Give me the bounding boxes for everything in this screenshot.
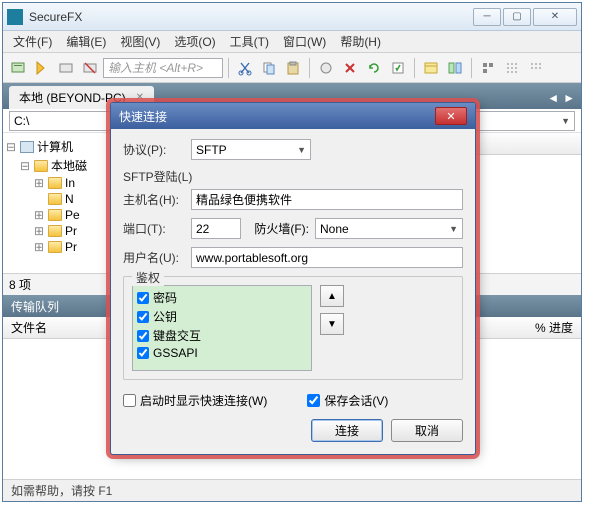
- folder-icon: [48, 225, 62, 237]
- maximize-button[interactable]: ▢: [503, 8, 531, 26]
- connect-icon[interactable]: [7, 57, 29, 79]
- auth-legend: 鉴权: [132, 269, 164, 286]
- protocol-select[interactable]: SFTP▼: [191, 139, 311, 160]
- connect-button[interactable]: 连接: [311, 419, 383, 442]
- view-panes-icon[interactable]: [444, 57, 466, 79]
- reconnect-icon[interactable]: [55, 57, 77, 79]
- auth-gssapi-check[interactable]: [137, 347, 149, 359]
- disconnect-icon[interactable]: [79, 57, 101, 79]
- folder-icon: [48, 177, 62, 189]
- window-title: SecureFX: [29, 10, 473, 24]
- toolbar: 输入主机 <Alt+R>: [3, 53, 581, 83]
- save-session-check[interactable]: 保存会话(V): [307, 392, 388, 409]
- folder-icon: [48, 241, 62, 253]
- dialog-title: 快速连接: [119, 108, 435, 125]
- username-label: 用户名(U):: [123, 249, 185, 266]
- delete-icon[interactable]: [339, 57, 361, 79]
- paste-icon[interactable]: [282, 57, 304, 79]
- menu-file[interactable]: 文件(F): [7, 31, 58, 52]
- show-on-start-check[interactable]: 启动时显示快速连接(W): [123, 392, 267, 409]
- layout2-icon[interactable]: [501, 57, 523, 79]
- menu-options[interactable]: 选项(O): [168, 31, 221, 52]
- tree-pane[interactable]: ⊟计算机 ⊟本地磁 ⊞In N ⊞Pe ⊞Pr ⊞Pr: [3, 133, 113, 273]
- folder-icon: [48, 193, 62, 205]
- cancel-button[interactable]: 取消: [391, 419, 463, 442]
- username-input[interactable]: www.portablesoft.org: [191, 247, 463, 268]
- chevron-down-icon: ▼: [449, 224, 458, 234]
- properties-icon[interactable]: [315, 57, 337, 79]
- copy-icon[interactable]: [258, 57, 280, 79]
- close-button[interactable]: ✕: [533, 8, 577, 26]
- auth-list[interactable]: 密码 公钥 键盘交互 GSSAPI: [132, 285, 312, 371]
- chevron-down-icon: ▼: [297, 145, 306, 155]
- statusbar: 如需帮助，请按 F1: [3, 479, 581, 501]
- port-input[interactable]: 22: [191, 218, 241, 239]
- refresh-icon[interactable]: [363, 57, 385, 79]
- menu-view[interactable]: 视图(V): [114, 31, 166, 52]
- menu-edit[interactable]: 编辑(E): [60, 31, 112, 52]
- auth-publickey-check[interactable]: [137, 311, 149, 323]
- menubar: 文件(F) 编辑(E) 视图(V) 选项(O) 工具(T) 窗口(W) 帮助(H…: [3, 31, 581, 53]
- folder-icon: [48, 209, 62, 221]
- computer-icon: [20, 141, 34, 153]
- quick-connect-dialog: 快速连接 ✕ 协议(P): SFTP▼ SFTP登陆(L) 主机名(H): 精品…: [110, 102, 476, 455]
- hostname-label: 主机名(H):: [123, 191, 185, 208]
- sftp-login-label: SFTP登陆(L): [123, 168, 463, 185]
- host-input[interactable]: 输入主机 <Alt+R>: [103, 58, 223, 78]
- tab-next-icon[interactable]: ►: [563, 91, 575, 105]
- chevron-down-icon[interactable]: ▼: [561, 116, 570, 126]
- protocol-label: 协议(P):: [123, 141, 185, 158]
- options-icon[interactable]: [387, 57, 409, 79]
- minimize-button[interactable]: ─: [473, 8, 501, 26]
- layout1-icon[interactable]: [477, 57, 499, 79]
- drive-icon: [34, 160, 48, 172]
- layout3-icon[interactable]: [525, 57, 547, 79]
- quick-connect-icon[interactable]: [31, 57, 53, 79]
- auth-password-check[interactable]: [137, 292, 149, 304]
- menu-tools[interactable]: 工具(T): [224, 31, 275, 52]
- hostname-input[interactable]: 精品绿色便携软件: [191, 189, 463, 210]
- move-up-button[interactable]: ▲: [320, 285, 344, 307]
- menu-help[interactable]: 帮助(H): [334, 31, 387, 52]
- auth-keyboard-check[interactable]: [137, 330, 149, 342]
- view-details-icon[interactable]: [420, 57, 442, 79]
- port-label: 端口(T):: [123, 220, 185, 237]
- menu-window[interactable]: 窗口(W): [277, 31, 332, 52]
- auth-fieldset: 鉴权 密码 公钥 键盘交互 GSSAPI ▲ ▼: [123, 276, 463, 380]
- app-icon: [7, 9, 23, 25]
- firewall-select[interactable]: None▼: [315, 218, 463, 239]
- move-down-button[interactable]: ▼: [320, 313, 344, 335]
- tab-prev-icon[interactable]: ◄: [547, 91, 559, 105]
- titlebar: SecureFX ─ ▢ ✕: [3, 3, 581, 31]
- dialog-close-button[interactable]: ✕: [435, 107, 467, 125]
- queue-col-progress[interactable]: % 进度: [513, 319, 573, 336]
- cut-icon[interactable]: [234, 57, 256, 79]
- firewall-label: 防火墙(F):: [247, 220, 309, 237]
